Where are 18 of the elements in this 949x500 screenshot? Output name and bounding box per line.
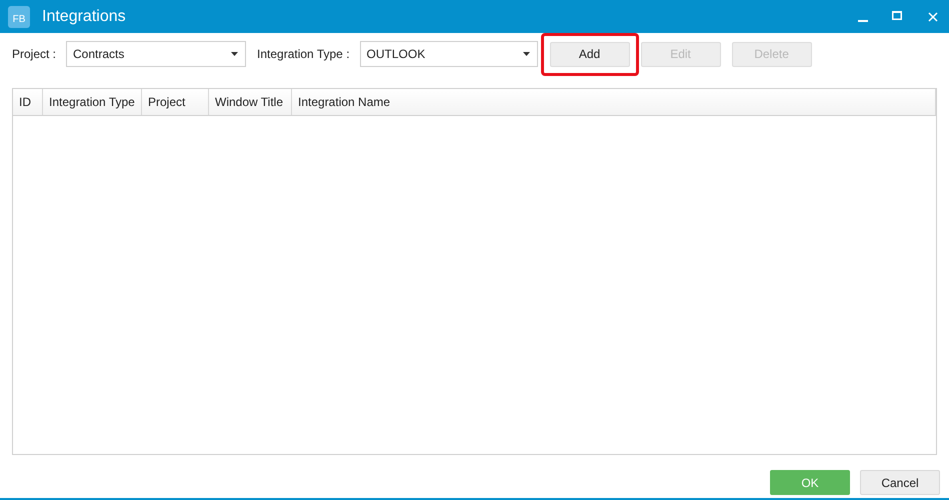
window-title: Integrations	[42, 6, 126, 26]
column-header[interactable]: Integration Type	[43, 89, 142, 115]
close-icon[interactable]	[928, 12, 938, 22]
minimize-icon[interactable]	[858, 20, 868, 22]
column-header[interactable]: Integration Name	[292, 89, 936, 115]
toolbar-button[interactable]: Add	[550, 42, 630, 66]
maximize-icon[interactable]	[892, 10, 902, 20]
column-header[interactable]: Window Title	[209, 89, 292, 115]
dialog-button[interactable]: Cancel	[860, 470, 940, 495]
dropdown[interactable]: Contracts	[66, 41, 246, 67]
dropdown[interactable]: OUTLOOK	[360, 41, 538, 67]
dropdown-caret-icon	[231, 52, 238, 56]
field-label: Integration Type :	[257, 46, 350, 63]
app-logo: FB	[8, 6, 30, 28]
dropdown-caret-icon	[522, 52, 530, 56]
field-label: Project :	[12, 46, 56, 63]
column-header[interactable]: ID	[13, 89, 43, 115]
column-header[interactable]: Project	[142, 89, 209, 115]
